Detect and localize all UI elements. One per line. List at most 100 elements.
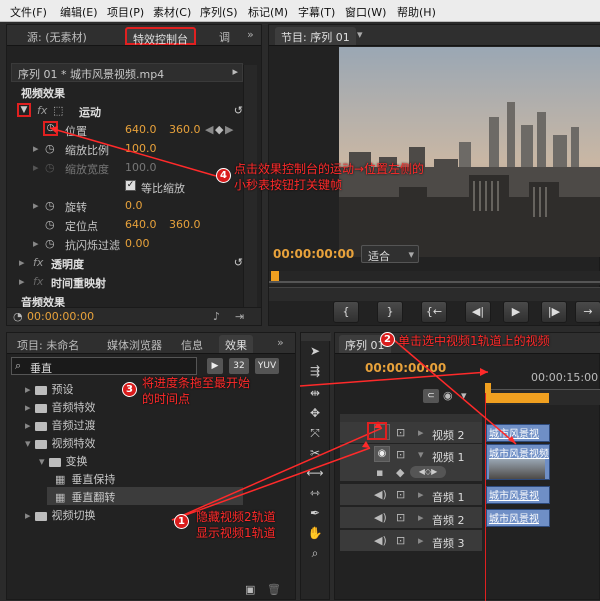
expand-arrow-icon[interactable]: ▸ [418, 426, 424, 439]
expand-arrow-icon[interactable]: ▸ [418, 488, 424, 501]
menu-help[interactable]: 帮助(H) [397, 4, 436, 20]
sync-lock-icon[interactable]: ⊡ [396, 426, 405, 439]
effect-controls-timecode[interactable]: 00:00:00:00 [27, 310, 94, 323]
marker-icon[interactable]: ◉ [443, 389, 453, 402]
position-stopwatch-icon[interactable]: ◷ [43, 121, 58, 136]
fx-icon[interactable]: fx [37, 104, 47, 117]
tree-item[interactable]: ▸ 音频过渡 [25, 417, 96, 433]
zoom-tool-icon[interactable]: ⌕ [304, 544, 326, 562]
menu-project[interactable]: 项目(P) [107, 4, 144, 20]
reset-icon[interactable]: ↺ [234, 104, 243, 117]
tab-program[interactable]: 节目: 序列 01 [275, 27, 356, 45]
anchor-y-value[interactable]: 360.0 [169, 218, 201, 231]
keyframe-nav[interactable]: ◀◇▶ [410, 466, 446, 478]
anchor-x-value[interactable]: 640.0 [125, 218, 157, 231]
expand-arrow-icon[interactable]: ▸ [33, 237, 39, 250]
selection-tool-icon[interactable]: ➤ [304, 342, 326, 360]
hand-tool-icon[interactable]: ✋ [304, 524, 326, 542]
ripple-edit-tool-icon[interactable]: ⇹ [304, 384, 326, 402]
tab-media-browser[interactable]: 媒体浏览器 [101, 335, 168, 353]
stopwatch-icon[interactable]: ◷ [45, 142, 55, 155]
scale-value[interactable]: 100.0 [125, 142, 157, 155]
tab-effect-controls[interactable]: 特效控制台 [125, 27, 196, 46]
step-forward-button[interactable]: |▶ [541, 301, 567, 323]
clip-video2[interactable]: 城市风景视 [486, 424, 550, 442]
tree-item[interactable]: ▦ 垂直翻转 [55, 489, 115, 505]
track-select-tool-icon[interactable]: ⇶ [304, 362, 326, 380]
mark-out-button[interactable]: } [377, 301, 403, 323]
sync-lock-icon[interactable]: ⊡ [396, 534, 405, 547]
time-remap-row[interactable]: ▸ fx 时间重映射 [17, 272, 243, 291]
sync-lock-icon[interactable]: ⊡ [396, 488, 405, 501]
rotation-value[interactable]: 0.0 [125, 199, 143, 212]
program-timecode[interactable]: 00:00:00:00 [273, 247, 354, 261]
step-back-button[interactable]: ◀| [465, 301, 491, 323]
program-scrub-bar[interactable] [269, 271, 600, 285]
keyframe-icon[interactable]: ◆ [396, 466, 404, 479]
clip-audio2[interactable]: 城市风景视 [486, 509, 550, 527]
next-keyframe-icon[interactable]: ▶ [225, 123, 233, 136]
tab-source[interactable]: 源: (无素材) [21, 27, 93, 45]
play-arrow-icon[interactable]: ▸ [232, 65, 238, 78]
expand-arrow-icon[interactable]: ▸ [33, 199, 39, 212]
export-icon[interactable]: ⇥ [235, 310, 244, 323]
mark-in-button[interactable]: { [333, 301, 359, 323]
play-button[interactable]: ▶ [503, 301, 529, 323]
yuv-effects-icon[interactable]: YUV [255, 358, 279, 374]
clip-audio1[interactable]: 城市风景视 [486, 486, 550, 504]
tree-item[interactable]: ▸ 预设 [25, 381, 74, 397]
add-marker-icon[interactable]: ▾ [461, 389, 467, 402]
panel-menu-icon[interactable]: » [247, 28, 254, 41]
fit-select[interactable]: 适合 ▾ [361, 245, 419, 263]
slide-tool-icon[interactable]: ⇿ [304, 484, 326, 502]
rate-stretch-tool-icon[interactable]: ⤧ [304, 424, 326, 442]
tree-item[interactable]: ▸ 音频特效 [25, 399, 96, 415]
menu-clip[interactable]: 素材(C) [153, 4, 191, 20]
menu-title[interactable]: 字幕(T) [298, 4, 335, 20]
clip-video1[interactable]: 城市风景视频 [486, 444, 550, 480]
motion-expand-toggle[interactable]: ▼ [17, 103, 31, 117]
expand-arrow-icon[interactable]: ▸ [418, 534, 424, 547]
reset-icon[interactable]: ↺ [234, 256, 243, 269]
menu-edit[interactable]: 编辑(E) [60, 4, 98, 20]
menu-file[interactable]: 文件(F) [10, 4, 47, 20]
rolling-edit-tool-icon[interactable]: ✥ [304, 404, 326, 422]
delete-icon[interactable]: 🗑 [267, 583, 281, 596]
stopwatch-icon[interactable]: ◷ [45, 237, 55, 250]
expand-arrow-icon[interactable]: ▸ [33, 142, 39, 155]
panel-menu-icon[interactable]: » [277, 336, 284, 349]
menu-sequence[interactable]: 序列(S) [200, 4, 238, 20]
add-keyframe-icon[interactable]: ◆ [215, 123, 223, 136]
speaker-icon[interactable]: ◀) [374, 534, 387, 547]
prev-keyframe-icon[interactable]: ◀ [205, 123, 213, 136]
stopwatch-icon[interactable]: ◷ [45, 199, 55, 212]
tree-item[interactable]: ▾ 视频特效 [25, 435, 96, 451]
go-to-out-button[interactable]: → [575, 301, 600, 323]
fx-icon[interactable]: fx [33, 256, 43, 269]
eye-icon[interactable]: ◉ [374, 446, 390, 462]
uniform-scale-checkbox[interactable]: ✓ [125, 180, 136, 191]
go-to-in-button[interactable]: {← [421, 301, 447, 323]
expand-arrow-icon[interactable]: ▸ [19, 256, 25, 269]
tab-info[interactable]: 信息 [175, 335, 209, 353]
pen-tool-icon[interactable]: ✒ [304, 504, 326, 522]
sync-lock-icon[interactable]: ⊡ [396, 511, 405, 524]
tree-item[interactable]: ▸ 视频切换 [25, 507, 96, 523]
expand-arrow-icon[interactable]: ▸ [19, 275, 25, 288]
stopwatch-icon[interactable]: ◷ [45, 218, 55, 231]
menu-window[interactable]: 窗口(W) [345, 4, 386, 20]
accelerated-effects-icon[interactable]: ▶ [207, 358, 223, 374]
search-input[interactable]: ⌕ 垂直 [11, 357, 197, 375]
speaker-icon[interactable]: ◀) [374, 511, 387, 524]
slip-tool-icon[interactable]: ⟷ [304, 464, 326, 482]
speaker-icon[interactable]: ◀) [374, 488, 387, 501]
tab-project[interactable]: 项目: 未命名 [11, 335, 85, 353]
antiflicker-value[interactable]: 0.00 [125, 237, 150, 250]
opacity-row[interactable]: ▸ fx 透明度 ↺ [17, 253, 243, 272]
zoom-bar[interactable] [269, 287, 600, 301]
tab-effects[interactable]: 效果 [219, 335, 253, 353]
work-area-bar[interactable] [485, 393, 549, 403]
tree-item[interactable]: ▦ 垂直保持 [55, 471, 115, 487]
tree-item[interactable]: ▾ 变换 [39, 453, 88, 469]
32bit-effects-icon[interactable]: 32 [229, 358, 249, 374]
